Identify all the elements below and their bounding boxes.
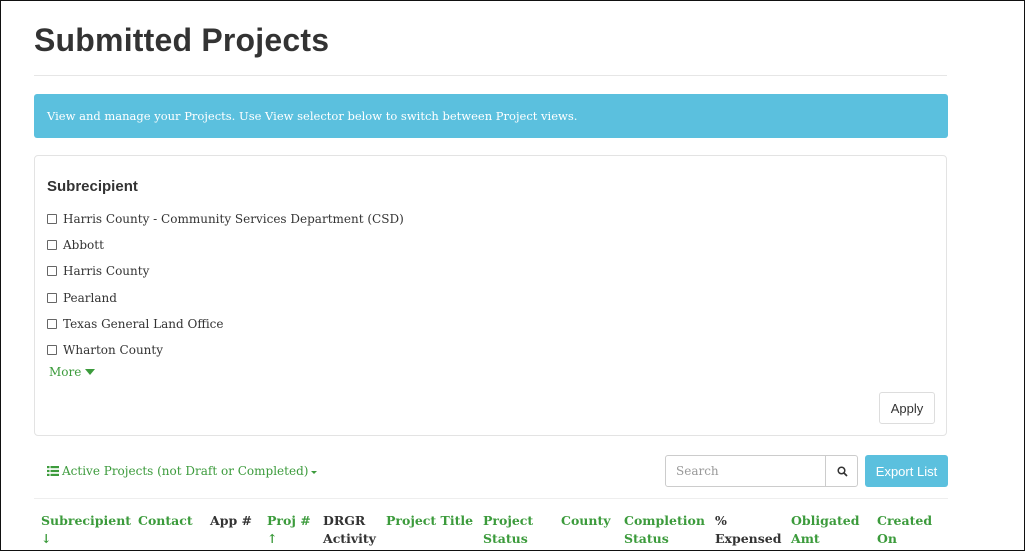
column-header-text: Amt [791, 531, 820, 546]
column-header-text: On [877, 531, 897, 546]
checkbox[interactable] [47, 318, 57, 329]
column-header-text: Created [877, 513, 933, 528]
more-link[interactable]: More [49, 365, 96, 379]
checkbox[interactable] [47, 214, 57, 225]
column-header-text: % [715, 513, 727, 528]
subrecipient-option-label: Texas General Land Office [63, 316, 224, 331]
list-icon [47, 466, 59, 476]
column-header-text: Proj # [267, 513, 311, 528]
subrecipient-option-label: Abbott [63, 238, 104, 253]
subrecipient-list: Harris County - Community Services Depar… [47, 206, 404, 363]
subrecipient-option-label: Harris County [63, 264, 150, 279]
search-group [665, 455, 858, 487]
more-link-label: More [49, 365, 82, 379]
column-header-percent-expensed: % Expensed [715, 512, 782, 548]
column-header-text: Project Title [386, 513, 474, 528]
subrecipient-option[interactable]: Pearland [47, 285, 404, 311]
column-header-text: Contact [138, 513, 193, 528]
column-header-obligated-amt[interactable]: Obligated Amt [791, 512, 859, 548]
export-list-button[interactable]: Export List [865, 455, 948, 487]
column-header-county[interactable]: County [561, 512, 611, 530]
column-header-completion-status[interactable]: Completion Status [624, 512, 705, 548]
info-alert: View and manage your Projects. Use View … [34, 94, 948, 138]
column-header-app-number: App # [210, 512, 252, 530]
subrecipient-option[interactable]: Harris County - Community Services Depar… [47, 206, 404, 232]
subrecipient-option-label: Harris County - Community Services Depar… [63, 212, 404, 227]
search-icon [836, 465, 848, 477]
search-button[interactable] [825, 456, 858, 486]
column-header-proj-number[interactable]: Proj # ↑ [267, 512, 311, 548]
subrecipient-option-label: Wharton County [63, 343, 164, 358]
filter-heading: Subrecipient [47, 178, 138, 195]
column-header-text: DRGR [323, 513, 366, 528]
subrecipient-option[interactable]: Texas General Land Office [47, 311, 404, 337]
column-header-text: Obligated [791, 513, 860, 528]
caret-down-icon [311, 470, 318, 474]
checkbox[interactable] [47, 345, 57, 356]
column-header-contact[interactable]: Contact [138, 512, 193, 530]
column-header-text: Activity [323, 531, 376, 546]
title-divider [34, 75, 947, 76]
column-header-text: Subrecipient [41, 513, 132, 528]
view-selector-dropdown[interactable]: Active Projects (not Draft or Completed) [47, 464, 318, 478]
table-divider [34, 498, 948, 499]
page-frame: Submitted Projects View and manage your … [0, 0, 1025, 551]
column-header-drgr-activity: DRGR Activity [323, 512, 376, 548]
subrecipient-option[interactable]: Wharton County [47, 337, 404, 363]
column-header-text: Project [483, 513, 534, 528]
apply-button[interactable]: Apply [879, 392, 935, 424]
column-header-project-status[interactable]: Project Status [483, 512, 533, 548]
caret-down-icon [85, 369, 96, 375]
subrecipient-option[interactable]: Abbott [47, 232, 404, 258]
column-header-text: Status [624, 531, 669, 546]
column-header-text: Completion [624, 513, 705, 528]
search-input[interactable] [666, 456, 825, 486]
info-alert-text: View and manage your Projects. Use View … [47, 109, 578, 123]
column-header-text: Expensed [715, 531, 782, 546]
column-header-text: County [561, 513, 611, 528]
sort-down-icon: ↓ [41, 531, 52, 546]
view-selector-label: Active Projects (not Draft or Completed) [62, 464, 309, 478]
checkbox[interactable] [47, 266, 57, 277]
sort-up-icon: ↑ [267, 531, 278, 546]
column-header-text: Status [483, 531, 528, 546]
subrecipient-filter-panel: Subrecipient Harris County - Community S… [34, 155, 947, 436]
column-header-project-title[interactable]: Project Title [386, 512, 473, 530]
column-header-text: App # [210, 513, 253, 528]
checkbox[interactable] [47, 240, 57, 251]
column-header-subrecipient[interactable]: Subrecipient ↓ [41, 512, 131, 548]
subrecipient-option[interactable]: Harris County [47, 258, 404, 284]
page-title: Submitted Projects [34, 22, 330, 58]
checkbox[interactable] [47, 292, 57, 303]
column-header-created-on[interactable]: Created On [877, 512, 932, 548]
subrecipient-option-label: Pearland [63, 290, 117, 305]
